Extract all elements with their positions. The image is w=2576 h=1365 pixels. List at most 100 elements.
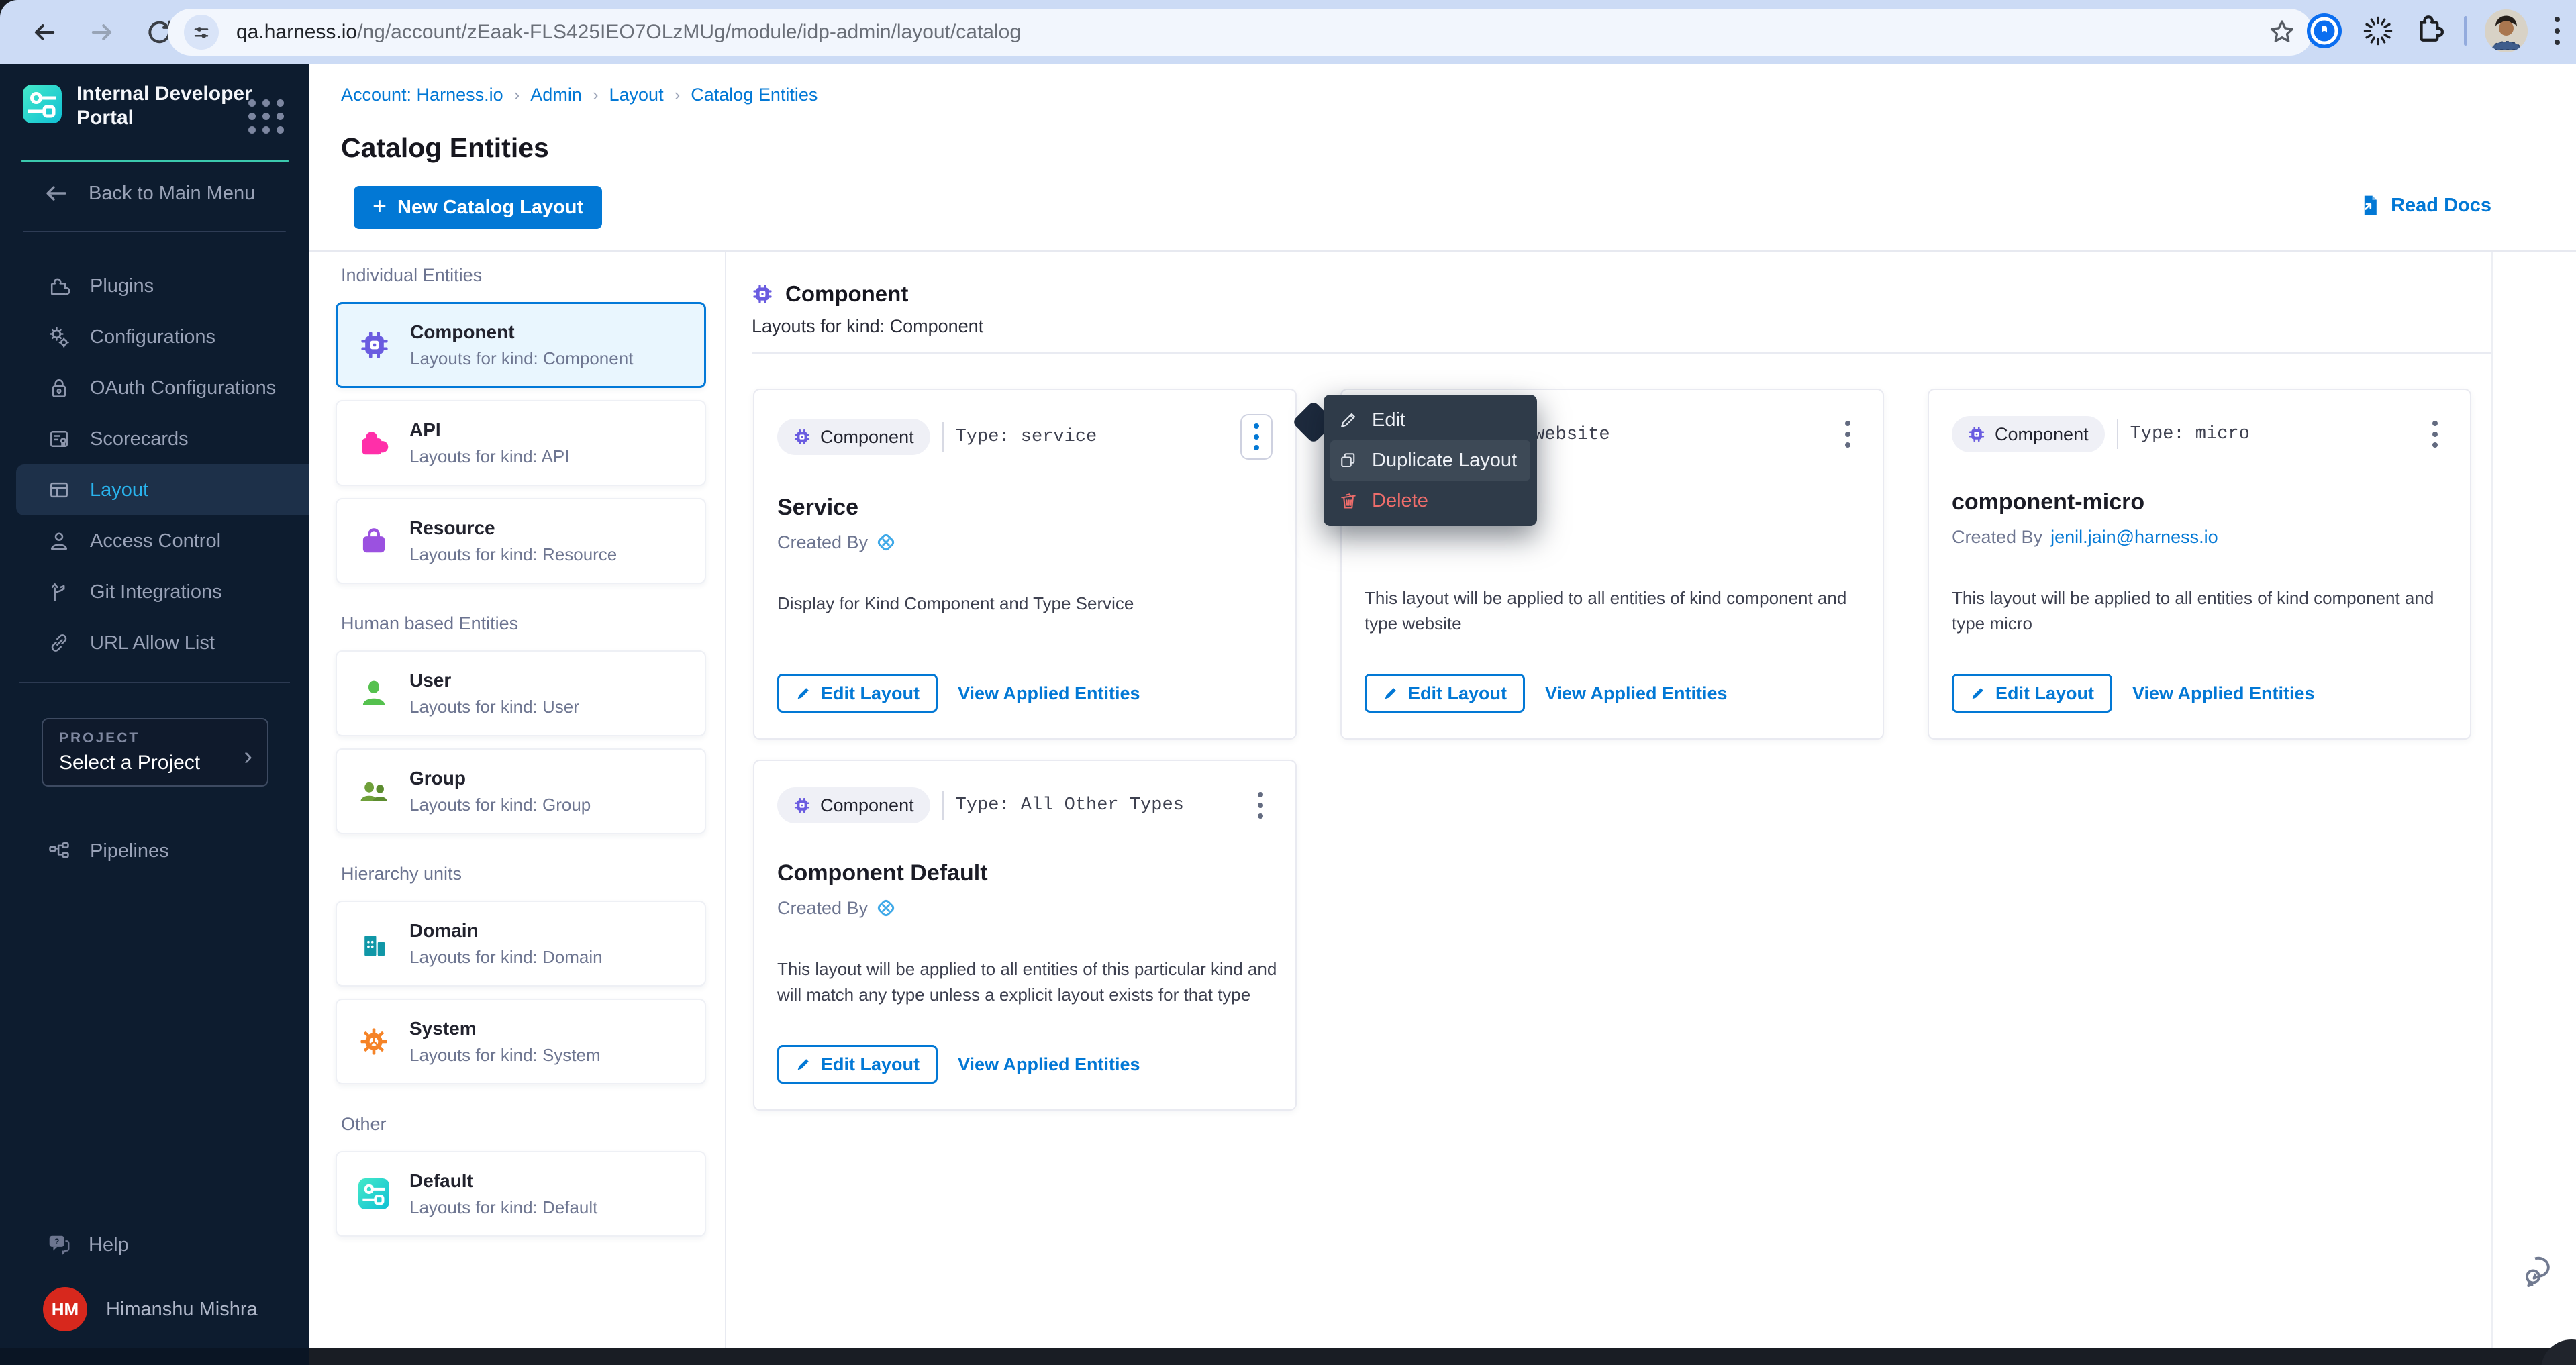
back-to-main-menu[interactable]: Back to Main Menu: [43, 177, 255, 209]
project-selector[interactable]: PROJECT Select a Project ›: [42, 718, 268, 787]
sidebar-nav: Plugins Configurations OAuth Configurati…: [0, 260, 309, 668]
card-menu-button[interactable]: [1240, 414, 1273, 460]
feedback-chat-icon[interactable]: [2521, 1250, 2561, 1290]
browser-toolbar: qa.harness.io/ng/account/zEaak-FLS425IEO…: [0, 0, 2576, 64]
card-menu-button[interactable]: [1836, 414, 1860, 454]
browser-profile-avatar[interactable]: [2485, 9, 2528, 52]
view-applied-entities-link[interactable]: View Applied Entities: [958, 683, 1140, 704]
component-chip-icon: [793, 797, 811, 814]
nav-label: Pipelines: [90, 840, 169, 862]
sidebar-item-plugins[interactable]: Plugins: [0, 260, 309, 311]
sidebar-item-scorecards[interactable]: Scorecards: [0, 413, 309, 464]
entity-item-user[interactable]: User Layouts for kind: User: [336, 650, 706, 736]
accent-divider: [21, 160, 289, 162]
browser-menu-icon[interactable]: [2545, 17, 2569, 45]
breadcrumb-catalog-entities[interactable]: Catalog Entities: [691, 85, 818, 105]
view-applied-entities-link[interactable]: View Applied Entities: [2132, 683, 2315, 704]
sidebar-divider: [19, 682, 290, 683]
back-icon[interactable]: [27, 15, 62, 50]
user-initials: HM: [52, 1299, 79, 1320]
menu-item-edit[interactable]: Edit: [1324, 400, 1537, 440]
sidebar-item-configurations[interactable]: Configurations: [0, 311, 309, 362]
git-branch-icon: [46, 578, 72, 605]
breadcrumb-layout[interactable]: Layout: [609, 85, 664, 105]
read-docs-link[interactable]: Read Docs: [2357, 193, 2491, 217]
card-description: This layout will be applied to all entit…: [777, 957, 1286, 1007]
menu-item-delete[interactable]: Delete: [1324, 481, 1537, 521]
sidebar-nav-secondary: Pipelines: [0, 825, 309, 876]
badge-label: Component: [820, 795, 914, 816]
pencil-icon: [1383, 685, 1399, 701]
new-catalog-layout-label: New Catalog Layout: [397, 197, 583, 219]
sidebar-item-url-allow-list[interactable]: URL Allow List: [0, 617, 309, 668]
gears-icon: [46, 323, 72, 350]
edit-layout-label: Edit Layout: [1995, 683, 2094, 704]
help-item[interactable]: ? Help: [46, 1229, 129, 1261]
menu-item-duplicate-layout[interactable]: Duplicate Layout: [1330, 440, 1530, 481]
created-by-row: Created By jenil.jain@harness.io: [1952, 525, 2447, 548]
system-gear-icon: [358, 1026, 389, 1057]
person-icon: [46, 527, 72, 554]
pencil-icon: [795, 1056, 811, 1072]
view-applied-entities-link[interactable]: View Applied Entities: [958, 1054, 1140, 1075]
entity-item-domain[interactable]: Domain Layouts for kind: Domain: [336, 901, 706, 987]
entity-item-component[interactable]: Component Layouts for kind: Component: [336, 302, 706, 388]
kind-title: Component: [785, 281, 908, 307]
module-grid-icon[interactable]: [248, 99, 285, 134]
card-title: Service: [777, 495, 1273, 521]
kind-divider: [752, 352, 2491, 354]
chevron-icon: ›: [593, 85, 599, 105]
bookmark-star-icon[interactable]: [2267, 17, 2297, 47]
lock-icon: [46, 374, 72, 401]
entity-item-group[interactable]: Group Layouts for kind: Group: [336, 748, 706, 834]
password-manager-icon[interactable]: [2306, 12, 2343, 50]
edit-layout-button[interactable]: Edit Layout: [1952, 674, 2112, 713]
breadcrumb: Account: Harness.io › Admin › Layout › C…: [341, 85, 818, 105]
arrow-left-icon: [43, 180, 70, 207]
site-info-icon[interactable]: [184, 15, 219, 50]
created-by-row: [1365, 525, 1860, 548]
sidebar-item-git-integrations[interactable]: Git Integrations: [0, 566, 309, 617]
extensions-puzzle-icon[interactable]: [2413, 14, 2446, 48]
entity-item-default[interactable]: Default Layouts for kind: Default: [336, 1151, 706, 1237]
menu-item-label: Delete: [1372, 490, 1428, 512]
sidebar-divider: [23, 231, 286, 232]
svg-text:?: ?: [54, 1237, 60, 1246]
created-by-email-link[interactable]: jenil.jain@harness.io: [2050, 527, 2218, 548]
type-label: Type: service: [956, 427, 1097, 447]
edit-layout-button[interactable]: Edit Layout: [1365, 674, 1525, 713]
entity-desc: Layouts for kind: Domain: [409, 947, 603, 968]
user-menu[interactable]: HM Himanshu Mishra: [43, 1287, 258, 1331]
sidebar-item-layout[interactable]: Layout: [16, 464, 309, 515]
card-menu-button[interactable]: [1248, 785, 1273, 825]
entity-item-resource[interactable]: Resource Layouts for kind: Resource: [336, 498, 706, 584]
edit-layout-button[interactable]: Edit Layout: [777, 674, 938, 713]
sidebar-item-access-control[interactable]: Access Control: [0, 515, 309, 566]
breadcrumb-admin[interactable]: Admin: [530, 85, 582, 105]
component-chip-icon: [1968, 425, 1985, 443]
chevron-icon: ›: [675, 85, 681, 105]
created-by-label: Created By: [777, 532, 868, 553]
nav-label: URL Allow List: [90, 632, 215, 654]
back-label: Back to Main Menu: [89, 183, 255, 205]
resource-bag-icon: [358, 525, 389, 556]
card-menu-button[interactable]: [2423, 414, 2447, 454]
project-label: PROJECT: [59, 730, 251, 746]
breadcrumb-account[interactable]: Account: Harness.io: [341, 85, 503, 105]
url-domain: qa.harness.io: [236, 21, 357, 43]
sidebar-item-oauth-configurations[interactable]: OAuth Configurations: [0, 362, 309, 413]
forward-icon[interactable]: [85, 15, 119, 50]
entity-item-api[interactable]: API Layouts for kind: API: [336, 400, 706, 486]
edit-layout-button[interactable]: Edit Layout: [777, 1045, 938, 1084]
extension-spinner-icon[interactable]: [2361, 13, 2395, 48]
menu-item-label: Duplicate Layout: [1372, 450, 1517, 472]
project-value: Select a Project: [59, 752, 251, 774]
card-description: Display for Kind Component and Type Serv…: [777, 591, 1286, 617]
view-applied-entities-link[interactable]: View Applied Entities: [1545, 683, 1728, 704]
new-catalog-layout-button[interactable]: + New Catalog Layout: [354, 186, 602, 229]
url-bar[interactable]: qa.harness.io/ng/account/zEaak-FLS425IEO…: [168, 9, 2313, 56]
entity-desc: Layouts for kind: Group: [409, 795, 591, 815]
entity-item-system[interactable]: System Layouts for kind: System: [336, 999, 706, 1084]
pencil-icon: [1338, 410, 1358, 430]
sidebar-item-pipelines[interactable]: Pipelines: [0, 825, 309, 876]
